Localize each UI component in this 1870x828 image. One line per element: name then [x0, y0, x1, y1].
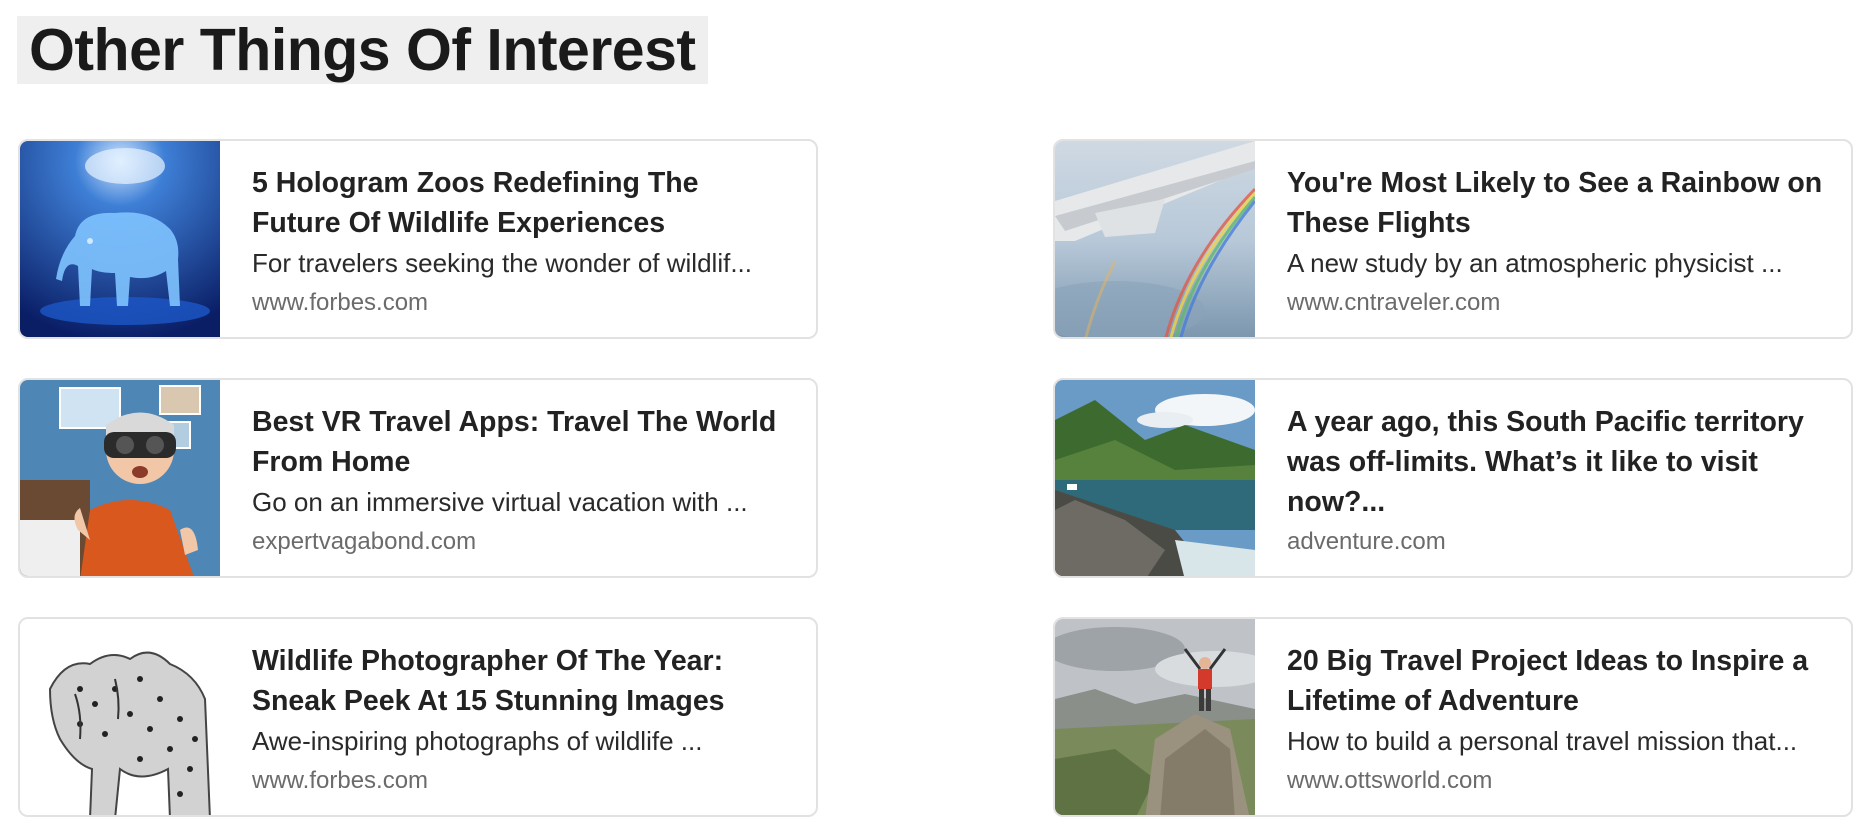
article-card[interactable]: Wildlife Photographer Of The Year: Sneak…	[18, 617, 818, 817]
article-card[interactable]: A year ago, this South Pacific territory…	[1053, 378, 1853, 578]
article-grid: 5 Hologram Zoos Redefining The Future Of…	[18, 139, 1853, 821]
article-source: www.forbes.com	[252, 289, 429, 316]
article-description: For travelers seeking the wonder of wild…	[252, 248, 752, 278]
article-thumbnail[interactable]	[20, 619, 220, 815]
article-title[interactable]: 5 Hologram Zoos Redefining The Future Of…	[252, 163, 788, 243]
article-title[interactable]: Wildlife Photographer Of The Year: Sneak…	[252, 641, 788, 721]
article-title[interactable]: You're Most Likely to See a Rainbow on T…	[1287, 163, 1823, 243]
section-title: Other Things Of Interest	[29, 17, 696, 83]
article-description: A new study by an atmospheric physicist …	[1287, 248, 1783, 278]
article-source: www.cntraveler.com	[1287, 289, 1501, 316]
article-card[interactable]: You're Most Likely to See a Rainbow on T…	[1053, 139, 1853, 339]
article-source: www.ottsworld.com	[1287, 767, 1493, 794]
article-source: www.forbes.com	[252, 767, 429, 794]
article-description: Awe-inspiring photographs of wildlife ..…	[252, 726, 703, 756]
article-thumbnail[interactable]	[1055, 380, 1255, 576]
article-card[interactable]: 5 Hologram Zoos Redefining The Future Of…	[18, 139, 818, 339]
article-title[interactable]: 20 Big Travel Project Ideas to Inspire a…	[1287, 641, 1823, 721]
article-source: expertvagabond.com	[252, 528, 477, 555]
article-title[interactable]: Best VR Travel Apps: Travel The World Fr…	[252, 402, 788, 482]
article-title[interactable]: A year ago, this South Pacific territory…	[1287, 402, 1823, 522]
section-title-box: Other Things Of Interest	[17, 16, 708, 84]
article-description: Go on an immersive virtual vacation with…	[252, 487, 748, 517]
article-card[interactable]: Best VR Travel Apps: Travel The World Fr…	[18, 378, 818, 578]
article-source: adventure.com	[1287, 528, 1446, 555]
article-card[interactable]: 20 Big Travel Project Ideas to Inspire a…	[1053, 617, 1853, 817]
article-description: How to build a personal travel mission t…	[1287, 726, 1798, 756]
article-thumbnail[interactable]	[20, 380, 220, 576]
article-thumbnail[interactable]	[1055, 141, 1255, 337]
article-thumbnail[interactable]	[20, 141, 220, 337]
article-thumbnail[interactable]	[1055, 619, 1255, 815]
